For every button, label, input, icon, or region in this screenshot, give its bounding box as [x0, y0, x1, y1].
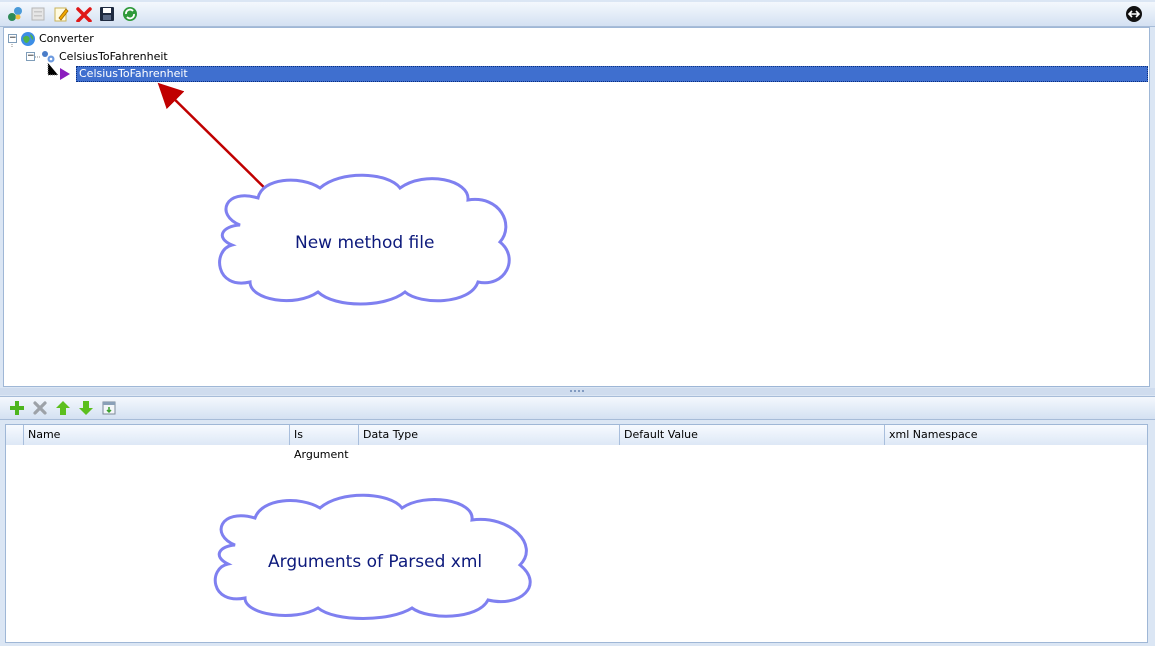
- column-header-is-argument[interactable]: Is Argument: [290, 425, 359, 461]
- method-tree: − Converter − CelsiusToFahrenheit Celsiu…: [3, 27, 1150, 387]
- tree-node-method-selected[interactable]: CelsiusToFahrenheit: [76, 66, 1148, 82]
- delete-icon[interactable]: [73, 4, 95, 24]
- arguments-toolbar: [0, 396, 1155, 420]
- add-service-icon[interactable]: [4, 4, 26, 24]
- remove-icon[interactable]: [29, 398, 51, 418]
- edit-icon[interactable]: [50, 4, 72, 24]
- collapse-icon[interactable]: −: [26, 52, 35, 61]
- move-up-icon[interactable]: [52, 398, 74, 418]
- import-icon[interactable]: [98, 398, 120, 418]
- tree-node-root[interactable]: − Converter: [8, 30, 94, 47]
- column-header-name[interactable]: Name: [24, 425, 290, 445]
- tree-node-label: Converter: [39, 32, 94, 45]
- tree-node-label: CelsiusToFahrenheit: [79, 67, 188, 80]
- collapse-icon[interactable]: −: [8, 34, 17, 43]
- tree-node-service[interactable]: − CelsiusToFahrenheit: [26, 48, 168, 65]
- column-header-data-type[interactable]: Data Type: [359, 425, 620, 445]
- back-arrow-icon[interactable]: [1123, 4, 1145, 24]
- gears-icon: [42, 50, 55, 62]
- row-header-cell: [6, 425, 24, 445]
- refresh-icon[interactable]: [119, 4, 141, 24]
- top-toolbar: [0, 2, 1155, 27]
- save-icon[interactable]: [96, 4, 118, 24]
- splitter[interactable]: [0, 388, 1155, 395]
- column-header-xml-namespace[interactable]: xml Namespace: [885, 425, 1147, 445]
- move-down-icon[interactable]: [75, 398, 97, 418]
- annotation-arguments: Arguments of Parsed xml: [268, 552, 483, 572]
- annotation-new-method-file: New method file: [295, 233, 435, 253]
- properties-icon[interactable]: [27, 4, 49, 24]
- arguments-grid: Name Is Argument Data Type Default Value…: [5, 424, 1148, 643]
- globe-icon: [21, 31, 35, 46]
- tree-node-label: CelsiusToFahrenheit: [59, 50, 168, 63]
- splitter-grip-icon[interactable]: [569, 389, 585, 393]
- column-header-default-value[interactable]: Default Value: [620, 425, 885, 445]
- method-arrow-icon: [60, 68, 70, 80]
- add-icon[interactable]: [6, 398, 28, 418]
